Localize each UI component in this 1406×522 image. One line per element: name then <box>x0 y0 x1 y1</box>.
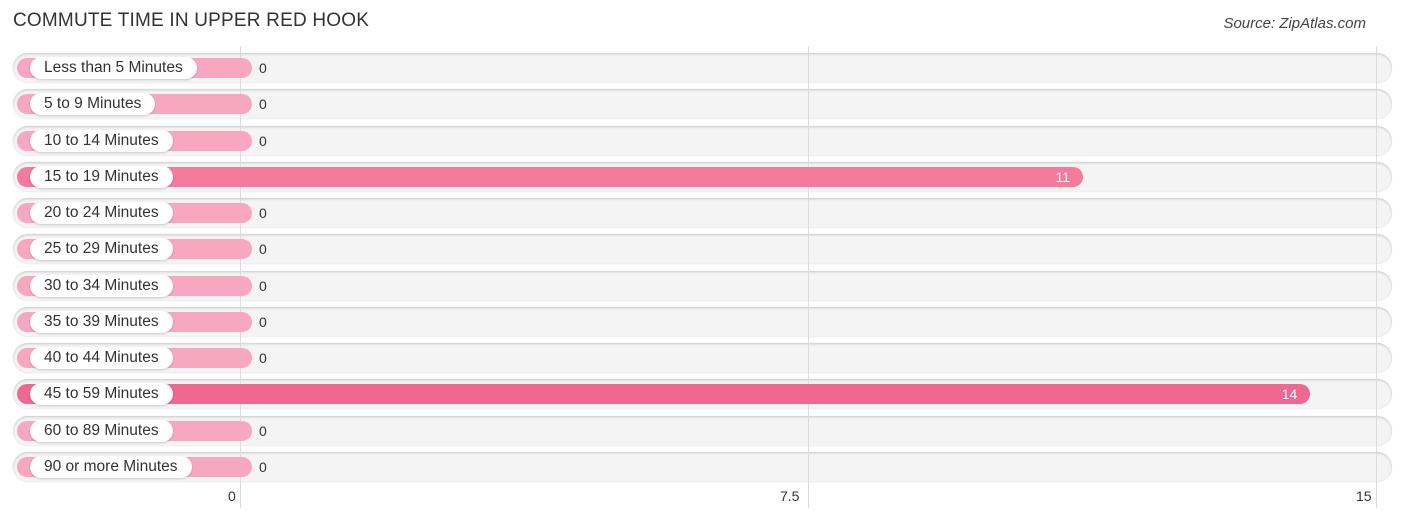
bar <box>17 384 1311 405</box>
value-label: 0 <box>259 458 267 475</box>
category-label: 5 to 9 Minutes <box>30 93 156 116</box>
value-label: 14 <box>1281 386 1298 403</box>
source-label: Source: ZipAtlas.com <box>1223 15 1366 32</box>
gridline <box>808 46 809 508</box>
value-label: 0 <box>259 60 267 76</box>
category-label: 45 to 59 Minutes <box>30 383 173 406</box>
bar <box>17 166 1084 187</box>
gridline <box>1376 46 1377 508</box>
category-label: 35 to 39 Minutes <box>30 310 173 333</box>
value-label: 0 <box>259 205 267 221</box>
value-label: 0 <box>259 241 267 258</box>
value-label: 11 <box>1055 168 1071 185</box>
x-tick-label: 7.5 <box>780 488 800 504</box>
category-label: 90 or more Minutes <box>30 455 192 478</box>
category-label: Less than 5 Minutes <box>30 57 197 79</box>
value-label: 0 <box>259 313 267 330</box>
value-label: 0 <box>259 422 267 439</box>
x-tick-label: 0 <box>228 488 236 504</box>
category-label: 15 to 19 Minutes <box>30 165 173 188</box>
category-label: 10 to 14 Minutes <box>30 129 173 152</box>
value-label: 0 <box>259 277 267 294</box>
category-label: 30 to 34 Minutes <box>30 274 173 297</box>
value-label: 0 <box>259 350 267 366</box>
chart-title: COMMUTE TIME IN UPPER RED HOOK <box>13 10 370 31</box>
category-label: 60 to 89 Minutes <box>30 419 173 442</box>
value-label: 0 <box>259 132 267 149</box>
value-label: 0 <box>259 96 267 113</box>
category-label: 20 to 24 Minutes <box>30 202 173 224</box>
x-tick-label: 15 <box>1356 488 1372 504</box>
category-label: 40 to 44 Minutes <box>30 347 173 369</box>
category-label: 25 to 29 Minutes <box>30 238 173 261</box>
